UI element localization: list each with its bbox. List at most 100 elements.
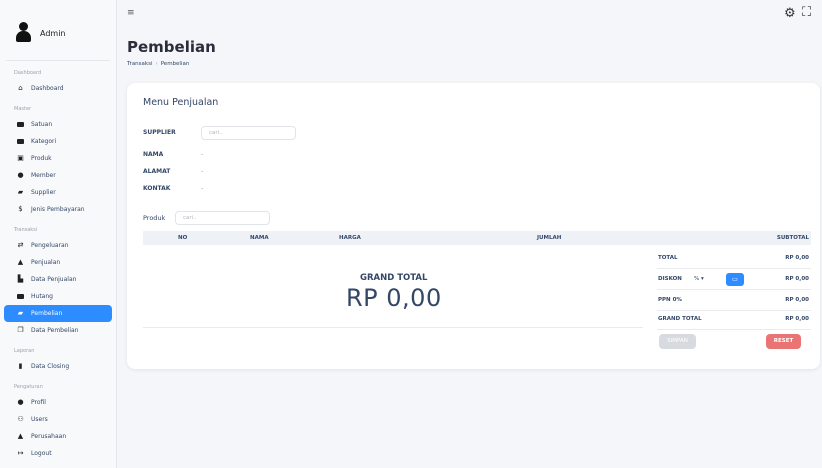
sidebar-item-label: Profil <box>31 399 46 406</box>
breadcrumb-item-pembelian: Pembelian <box>160 61 190 67</box>
produk-search-input[interactable]: cari.. <box>175 211 270 225</box>
truck-icon: ▰ <box>17 309 24 317</box>
chevron-down-icon: ▾ <box>700 276 704 282</box>
summary-total-value: RP 0,00 <box>785 255 809 261</box>
sidebar-item-label: Perusahaan <box>31 433 67 440</box>
sidebar-section-laporan: Laporan <box>14 348 35 354</box>
sidebar-section-pengaturan: Pengaturan <box>14 384 43 390</box>
dollar-icon: $ <box>18 205 23 213</box>
sidebar-section-dashboard: Dashboard <box>14 70 42 76</box>
card-icon <box>17 293 24 300</box>
sidebar-item-label: Supplier <box>31 189 56 196</box>
sidebar-section-transaksi: Transaksi <box>14 227 38 233</box>
summary-diskon-label: DISKON <box>658 276 682 282</box>
copy-icon: ❐ <box>17 326 24 334</box>
column-header-nama: NAMA <box>250 235 269 241</box>
sidebar-item-label: Data Penjualan <box>31 276 77 283</box>
sidebar-item-label: Satuan <box>31 121 53 128</box>
sidebar-item-label: Dashboard <box>31 85 64 92</box>
truck-icon: ▰ <box>17 188 24 196</box>
sidebar-item-label: Hutang <box>31 293 53 300</box>
sidebar-item-data-closing[interactable]: ▮ Data Closing <box>4 358 112 375</box>
kontak-value: - <box>201 185 204 192</box>
summary-total-label: TOTAL <box>658 255 678 261</box>
sidebar-item-label: Jenis Pembayaran <box>31 206 85 213</box>
sidebar-item-perusahaan[interactable]: ▲ Perusahaan <box>4 428 112 445</box>
sidebar-item-produk[interactable]: ▣ Produk <box>4 150 112 167</box>
produk-label: Produk <box>143 214 166 222</box>
sidebar: Admin Dashboard ⌂ Dashboard Master Satua… <box>0 0 117 468</box>
sidebar-item-data-pembelian[interactable]: ❐ Data Pembelian <box>4 322 112 339</box>
page-title: Pembelian <box>127 38 216 56</box>
breadcrumb-item-transaksi[interactable]: Transaksi <box>127 61 152 67</box>
logout-icon: ↦ <box>17 449 24 457</box>
sidebar-item-dashboard[interactable]: ⌂ Dashboard <box>4 80 112 97</box>
summary-ppn-value: RP 0,00 <box>785 297 809 303</box>
settings-gear-icon[interactable]: ⚙ <box>784 6 796 21</box>
alamat-value: - <box>201 168 204 175</box>
file-icon: ▮ <box>18 362 23 370</box>
sidebar-item-label: Kategori <box>31 138 57 145</box>
sidebar-brand: Admin <box>6 8 110 61</box>
simpan-button[interactable]: SIMPAN <box>659 334 696 349</box>
kontak-label: KONTAK <box>143 185 171 192</box>
table-header: NO NAMA HARGA JUMLAH SUBTOTAL <box>143 231 811 245</box>
purchase-card: Menu Penjualan SUPPLIER cari.. NAMA - AL… <box>127 83 820 369</box>
column-header-subtotal: SUBTOTAL <box>776 235 809 241</box>
sidebar-section-master: Master <box>14 106 32 112</box>
summary-total-row: TOTAL RP 0,00 <box>657 250 811 269</box>
sidebar-item-profil[interactable]: ● Profil <box>4 394 112 411</box>
nama-label: NAMA <box>143 151 164 158</box>
users-cog-icon: ⚇ <box>17 415 24 423</box>
diskon-type-select[interactable]: % ▾ <box>694 276 704 282</box>
sidebar-item-satuan[interactable]: Satuan <box>4 116 112 133</box>
summary-ppn-label: PPN 0% <box>658 297 682 303</box>
summary-diskon-value: RP 0,00 <box>785 276 809 282</box>
sidebar-item-label: Pengeluaran <box>31 242 69 249</box>
cart-icon: ▲ <box>17 258 24 266</box>
sidebar-item-label: Data Pembelian <box>31 327 79 334</box>
breadcrumb: Transaksi › Pembelian <box>127 61 189 67</box>
sidebar-item-penjualan[interactable]: ▲ Penjualan <box>4 254 112 271</box>
reset-button[interactable]: RESET <box>766 334 801 349</box>
nama-value: - <box>201 151 204 158</box>
folder-open-icon <box>17 138 24 145</box>
summary-grand-row: GRAND TOTAL RP 0,00 <box>657 311 811 330</box>
sidebar-item-logout[interactable]: ↦ Logout <box>4 445 112 462</box>
avatar <box>16 22 31 44</box>
fullscreen-icon[interactable]: ⛶ <box>802 5 811 20</box>
menu-toggle-icon[interactable]: ≡ <box>127 8 135 18</box>
grand-total-label: GRAND TOTAL <box>360 273 428 283</box>
sidebar-item-label: Produk <box>31 155 52 162</box>
supplier-label: SUPPLIER <box>143 129 176 136</box>
chart-icon: ▙ <box>17 275 24 283</box>
supplier-search-input[interactable]: cari.. <box>201 126 296 140</box>
alamat-label: ALAMAT <box>143 168 171 175</box>
user-name: Admin <box>40 28 66 38</box>
summary-grand-value: RP 0,00 <box>785 316 809 322</box>
column-header-no: NO <box>178 235 188 241</box>
building-icon: ▲ <box>17 432 24 440</box>
sidebar-item-pengeluaran[interactable]: ⇄ Pengeluaran <box>4 237 112 254</box>
sidebar-item-data-penjualan[interactable]: ▙ Data Penjualan <box>4 271 112 288</box>
sidebar-item-member[interactable]: ● Member <box>4 167 112 184</box>
column-header-harga: HARGA <box>339 235 361 241</box>
sidebar-item-hutang[interactable]: Hutang <box>4 288 112 305</box>
sidebar-item-label: Users <box>31 416 48 423</box>
sidebar-item-kategori[interactable]: Kategori <box>4 133 112 150</box>
sidebar-item-pembelian[interactable]: ▰ Pembelian <box>4 305 112 322</box>
diskon-apply-button[interactable]: ▭ <box>726 273 744 286</box>
sidebar-item-label: Penjualan <box>31 259 61 266</box>
sidebar-item-supplier[interactable]: ▰ Supplier <box>4 184 112 201</box>
sidebar-item-jenis-pembayaran[interactable]: $ Jenis Pembayaran <box>4 201 112 218</box>
grand-total-value: RP 0,00 <box>346 284 442 312</box>
folder-icon <box>17 121 24 128</box>
users-icon: ● <box>17 398 24 406</box>
sidebar-item-users[interactable]: ⚇ Users <box>4 411 112 428</box>
sidebar-item-label: Pembelian <box>31 310 63 317</box>
topbar: ≡ ⚙ ⛶ <box>117 0 822 34</box>
column-header-jumlah: JUMLAH <box>537 235 562 241</box>
divider <box>143 327 643 328</box>
box-icon: ▣ <box>17 154 24 162</box>
sidebar-item-label: Member <box>31 172 56 179</box>
